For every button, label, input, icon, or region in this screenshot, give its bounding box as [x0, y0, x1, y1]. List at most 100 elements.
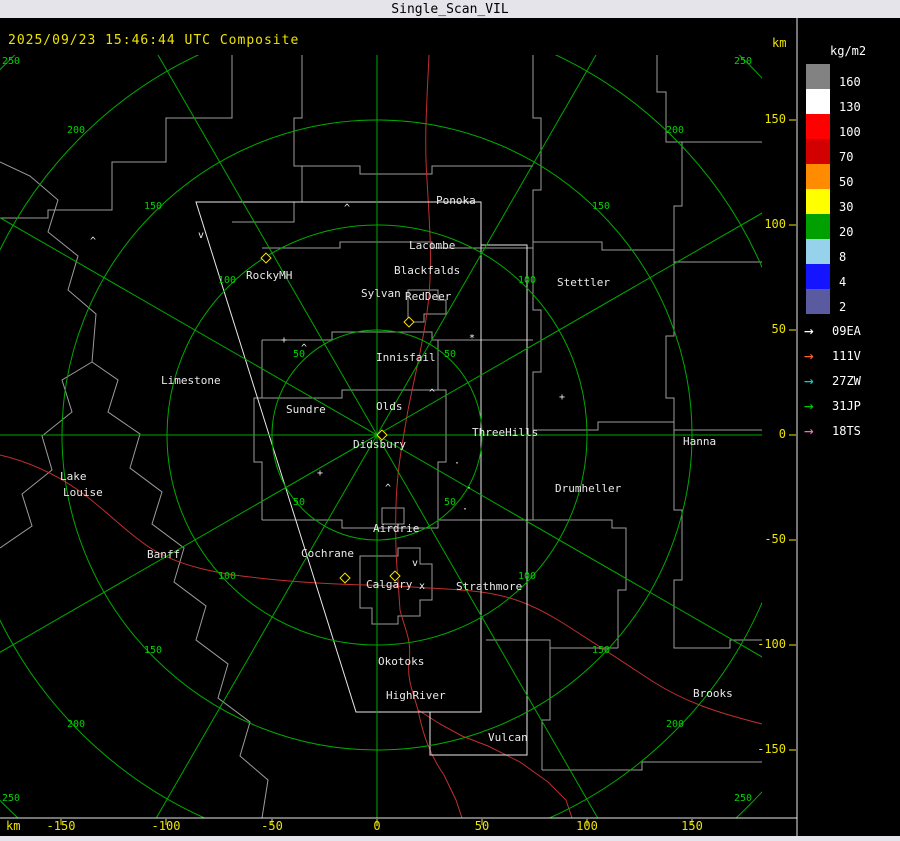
city-label: Louise [63, 486, 103, 499]
city-label: HighRiver [386, 689, 446, 702]
city-label: RedDeer [405, 290, 452, 303]
storm-cell-marker: · [462, 504, 469, 515]
storm-track-row: → 09EA [804, 318, 861, 343]
scan-area-outlines [195, 201, 528, 756]
bottom-axis-tick-label: -50 [261, 819, 283, 833]
range-ring-label: 250 [734, 56, 753, 67]
bottom-axis-tick-label: -100 [151, 819, 181, 833]
storm-cell-marker: v [412, 558, 419, 569]
range-ring [0, 55, 762, 818]
city-label: RockyMH [246, 269, 293, 282]
scale-value-label: 8 [839, 250, 847, 264]
color-scale-row: 8 [806, 239, 896, 264]
color-scale-row: 100 [806, 114, 896, 139]
bottom-axis-tick-label: 150 [681, 819, 703, 833]
storm-cell-marker: ^ [429, 388, 436, 399]
storm-track-row: → 27ZW [804, 368, 861, 393]
city-label: Sundre [286, 403, 326, 416]
range-ring-label: 200 [67, 125, 86, 136]
storm-cell-marker: + [317, 468, 324, 479]
track-arrow-icon: → [804, 345, 814, 365]
range-ring-label: 200 [666, 125, 685, 136]
storm-cell-marker: ^ [90, 236, 97, 247]
storm-track-row: → 31JP [804, 393, 861, 418]
city-label: Banff [147, 548, 181, 561]
scale-value-label: 20 [839, 225, 854, 239]
range-ring-label: 200 [666, 719, 685, 730]
track-id-label: 27ZW [832, 373, 861, 388]
storm-cell-marker: ^ [301, 343, 308, 354]
city-label: Drumheller [555, 482, 622, 495]
storm-cell-marker: + [559, 392, 566, 403]
bottom-axis-tick-label: -150 [46, 819, 76, 833]
storm-cell-marker: ^ [385, 483, 392, 494]
right-axis-tick-label: -50 [764, 532, 786, 546]
storm-track-row: → 18TS [804, 418, 861, 443]
range-ring-label: 50 [444, 349, 457, 360]
radar-map-canvas [0, 18, 798, 836]
city-label: Cochrane [301, 547, 354, 560]
track-arrow-icon: → [804, 420, 814, 440]
range-ring-label: 150 [144, 645, 163, 656]
city-label: Calgary [366, 578, 413, 591]
scale-value-label: 50 [839, 175, 854, 189]
vil-color-scale: 160 130 100 70 50 30 20 8 4 2 [806, 64, 896, 314]
color-scale-row: 2 [806, 289, 896, 314]
scale-value-label: 30 [839, 200, 854, 214]
scale-value-label: 4 [839, 275, 847, 289]
frame-lines [0, 18, 798, 836]
color-scale-row: 70 [806, 139, 896, 164]
track-arrow-icon: → [804, 320, 814, 340]
right-axis-tick-label: 150 [764, 112, 786, 126]
right-axis-tick-label: -150 [757, 742, 786, 756]
scale-value-label: 70 [839, 150, 854, 164]
range-ring-label: 250 [2, 56, 21, 67]
color-swatch [806, 114, 830, 139]
city-label: Sylvan [361, 287, 401, 300]
range-ring-label: 150 [592, 645, 611, 656]
color-scale-row: 160 [806, 64, 896, 89]
color-scale-row: 4 [806, 264, 896, 289]
scale-value-label: 2 [839, 300, 847, 314]
storm-cell-marker: ^ [344, 203, 351, 214]
color-swatch [806, 89, 830, 114]
right-axis-tick-label: 100 [764, 217, 786, 231]
color-swatch [806, 139, 830, 164]
track-arrow-icon: → [804, 370, 814, 390]
range-ring-label: 150 [592, 201, 611, 212]
range-ring-label: 250 [2, 793, 21, 804]
city-label: Didsbury [353, 438, 406, 451]
storm-cell-marker: · [466, 483, 473, 494]
right-axis-tick-label: -100 [757, 637, 786, 651]
range-ring-label: 100 [518, 275, 537, 286]
color-scale-row: 50 [806, 164, 896, 189]
city-label: Vulcan [488, 731, 528, 744]
range-ring-label: 100 [218, 571, 237, 582]
range-ring [0, 55, 762, 818]
color-swatch [806, 164, 830, 189]
range-ring-label: 150 [144, 201, 163, 212]
track-id-label: 31JP [832, 398, 861, 413]
city-label: Lake [60, 470, 87, 483]
city-label: Lacombe [409, 239, 456, 252]
right-axis-tick-label: 0 [778, 427, 786, 441]
range-rings-and-spokes [0, 55, 762, 818]
city-label: Hanna [683, 435, 717, 448]
bottom-axis-tick-label: 50 [474, 819, 490, 833]
track-id-label: 18TS [832, 423, 861, 438]
city-label: Innisfail [376, 351, 436, 364]
color-swatch [806, 214, 830, 239]
range-ring-label: 200 [67, 719, 86, 730]
storm-cell-marker: * [469, 333, 476, 344]
track-id-label: 111V [832, 348, 861, 363]
city-label: Okotoks [378, 655, 425, 668]
color-swatch [806, 264, 830, 289]
scale-value-label: 130 [839, 100, 861, 114]
track-arrow-icon: → [804, 395, 814, 415]
bottom-axis-tick-label: 0 [373, 819, 381, 833]
city-label: Strathmore [456, 580, 523, 593]
scale-value-label: 100 [839, 125, 861, 139]
bottom-axis-unit-label: km [6, 819, 21, 833]
range-ring-label: 50 [444, 497, 457, 508]
radar-app-window: Single_Scan_VIL 2025/09/23 15:46:44 UTC … [0, 0, 900, 841]
